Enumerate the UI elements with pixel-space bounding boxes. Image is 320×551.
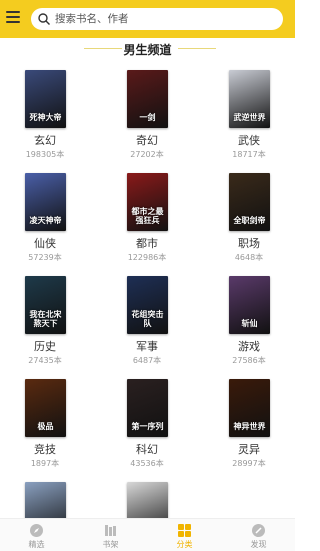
book-cover[interactable]: 凌天神帝 bbox=[25, 173, 66, 231]
book-cover[interactable]: 八点天庭 bbox=[25, 482, 66, 518]
top-bar bbox=[0, 0, 295, 38]
cover-title: 神异世界 bbox=[233, 422, 266, 431]
category-name: 职场 bbox=[238, 237, 260, 250]
cover-title: 极品 bbox=[37, 422, 54, 431]
category-item[interactable]: 极品竞技 1897本 bbox=[0, 367, 90, 468]
section-header: 男生频道 bbox=[0, 38, 295, 58]
category-name: 科幻 bbox=[136, 443, 158, 456]
category-count: 1897本 bbox=[30, 459, 60, 468]
book-cover[interactable]: 死神大帝 bbox=[25, 70, 66, 128]
discover-icon bbox=[252, 524, 265, 537]
cover-title: 死神大帝 bbox=[29, 113, 62, 122]
category-item[interactable]: 凌天神帝仙侠 57239本 bbox=[0, 161, 90, 262]
category-item[interactable]: 武逆世界武侠 18717本 bbox=[204, 58, 294, 159]
category-name: 奇幻 bbox=[136, 134, 158, 147]
cover-title: 一剑 bbox=[139, 113, 156, 122]
book-cover[interactable]: 武逆世界 bbox=[229, 70, 270, 128]
nav-item[interactable]: 发现 bbox=[222, 519, 295, 551]
cover-title: 第一序列 bbox=[131, 422, 164, 431]
grid-icon bbox=[178, 524, 191, 537]
category-name: 竞技 bbox=[34, 443, 56, 456]
category-name: 灵异 bbox=[238, 443, 260, 456]
search-icon bbox=[38, 13, 50, 25]
bookshelf-icon bbox=[105, 525, 116, 536]
book-cover[interactable]: 斩仙 bbox=[229, 276, 270, 334]
category-item[interactable]: 斩仙游戏 27586本 bbox=[204, 264, 294, 365]
category-item[interactable]: 死神大帝玄幻 198305本 bbox=[0, 58, 90, 159]
category-name: 游戏 bbox=[238, 340, 260, 353]
category-name: 历史 bbox=[34, 340, 56, 353]
category-item[interactable]: 第一序列科幻 43536本 bbox=[102, 367, 192, 468]
category-grid: 死神大帝玄幻 198305本 一剑奇幻 27202本 武逆世界武侠 18717本凌天神帝仙… bbox=[0, 58, 295, 518]
section-title: 男生频道 bbox=[123, 43, 172, 57]
category-count: 122986本 bbox=[127, 253, 167, 262]
book-cover[interactable]: 第一序列 bbox=[127, 379, 168, 437]
book-cover[interactable]: 极品 bbox=[25, 379, 66, 437]
category-count: 18717本 bbox=[232, 150, 266, 159]
category-item[interactable]: 一剑奇幻 27202本 bbox=[102, 58, 192, 159]
book-cover[interactable]: 花组突击队 bbox=[127, 276, 168, 334]
nav-label: 分类 bbox=[176, 540, 193, 549]
category-count: 27435本 bbox=[28, 356, 62, 365]
cover-title: 斩仙 bbox=[241, 319, 258, 328]
category-count: 28997本 bbox=[232, 459, 266, 468]
category-item[interactable]: 神异世界灵异 28997本 bbox=[204, 367, 294, 468]
search-input[interactable] bbox=[55, 8, 275, 30]
nav-item[interactable]: 分类 bbox=[148, 519, 221, 551]
category-item[interactable]: 都市之最强狂兵都市 122986本 bbox=[102, 161, 192, 262]
cover-title: 我在北宋熬天下 bbox=[29, 310, 62, 328]
category-count: 27586本 bbox=[232, 356, 266, 365]
category-count: 198305本 bbox=[25, 150, 65, 159]
bottom-nav: 精选 书架 分类 发现 bbox=[0, 518, 295, 551]
book-cover[interactable]: 我在北宋熬天下 bbox=[25, 276, 66, 334]
cover-title: 花组突击队 bbox=[131, 310, 164, 328]
nav-label: 发现 bbox=[250, 540, 267, 549]
category-count: 4648本 bbox=[234, 253, 264, 262]
category-item[interactable]: 无尽 bbox=[102, 470, 192, 518]
divider bbox=[178, 48, 216, 49]
category-name: 玄幻 bbox=[34, 134, 56, 147]
category-name: 仙侠 bbox=[34, 237, 56, 250]
search-box[interactable] bbox=[31, 8, 283, 30]
nav-label: 书架 bbox=[102, 540, 119, 549]
menu-icon[interactable] bbox=[6, 11, 20, 23]
cover-title: 武逆世界 bbox=[233, 113, 266, 122]
cover-title: 都市之最强狂兵 bbox=[131, 207, 164, 225]
category-item[interactable]: 花组突击队军事 6487本 bbox=[102, 264, 192, 365]
book-cover[interactable]: 都市之最强狂兵 bbox=[127, 173, 168, 231]
nav-item[interactable]: 书架 bbox=[74, 519, 147, 551]
category-item[interactable]: 八点天庭 bbox=[0, 470, 90, 518]
book-cover[interactable]: 神异世界 bbox=[229, 379, 270, 437]
compass-icon bbox=[30, 524, 43, 537]
category-count: 27202本 bbox=[130, 150, 164, 159]
category-item[interactable]: 我在北宋熬天下历史 27435本 bbox=[0, 264, 90, 365]
book-cover[interactable]: 无尽 bbox=[127, 482, 168, 518]
category-name: 军事 bbox=[136, 340, 158, 353]
category-item[interactable]: 全职剑帝职场 4648本 bbox=[204, 161, 294, 262]
category-count: 6487本 bbox=[132, 356, 162, 365]
nav-label: 精选 bbox=[28, 540, 45, 549]
book-cover[interactable]: 一剑 bbox=[127, 70, 168, 128]
category-name: 都市 bbox=[136, 237, 158, 250]
cover-title: 全职剑帝 bbox=[233, 216, 266, 225]
category-count: 43536本 bbox=[130, 459, 164, 468]
category-name: 武侠 bbox=[238, 134, 260, 147]
category-count: 57239本 bbox=[28, 253, 62, 262]
cover-title: 凌天神帝 bbox=[29, 216, 62, 225]
book-cover[interactable]: 全职剑帝 bbox=[229, 173, 270, 231]
nav-item[interactable]: 精选 bbox=[0, 519, 73, 551]
